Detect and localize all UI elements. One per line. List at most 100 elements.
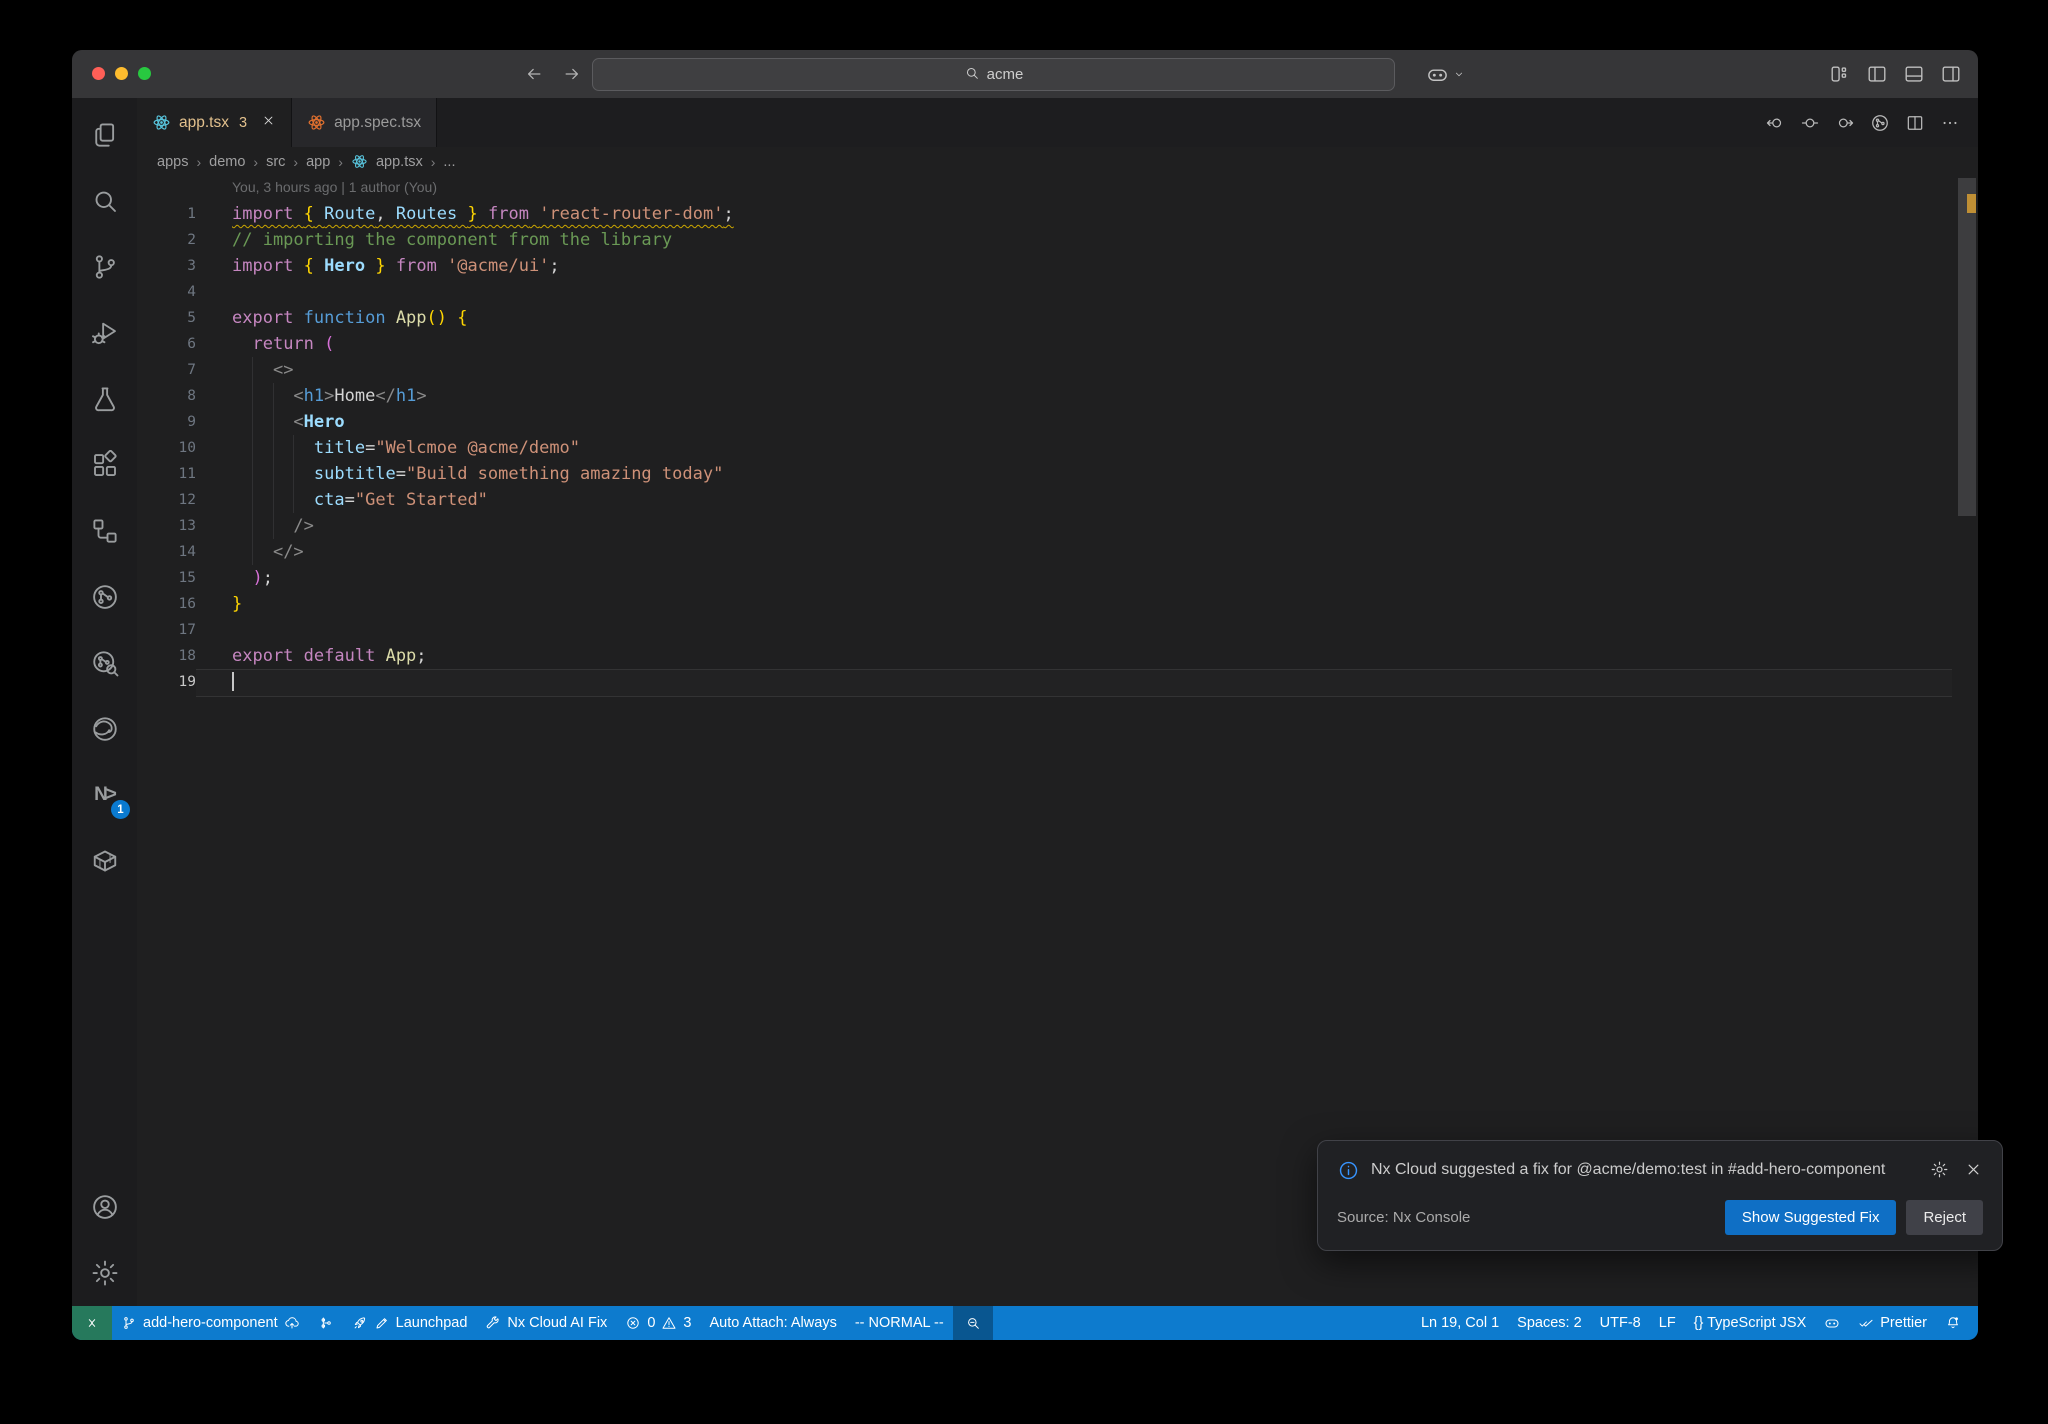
layout-customize-icon[interactable]	[1829, 63, 1851, 85]
breadcrumb-separator: ›	[293, 153, 299, 170]
status-zoom-indicator[interactable]	[952, 1306, 993, 1340]
nav-back-circle-icon[interactable]	[1765, 113, 1785, 133]
extensions-icon	[90, 450, 120, 480]
layout-sidebar-right-icon[interactable]	[1940, 63, 1962, 85]
breadcrumb[interactable]: apps › demo › src › app › app.tsx ›...	[137, 147, 1978, 176]
tab-app.spec.tsx[interactable]: app.spec.tsx	[292, 98, 438, 147]
status-auto-attach[interactable]: Auto Attach: Always	[700, 1306, 845, 1340]
code-line: 17	[137, 617, 1978, 643]
status-nx-cloud-ai-fix[interactable]: Nx Cloud AI Fix	[476, 1306, 616, 1340]
git-blame-annotation: You, 3 hours ago | 1 author (You)	[232, 179, 437, 195]
code-text: />	[293, 516, 314, 536]
status-copilot-status[interactable]	[1815, 1306, 1849, 1340]
code-text: export default App;	[232, 646, 427, 666]
info-icon	[1337, 1158, 1360, 1182]
wrench-icon	[485, 1315, 501, 1331]
activity-settings[interactable]	[72, 1240, 137, 1306]
copilot-menu[interactable]	[1426, 50, 1466, 98]
tab-app.tsx[interactable]: app.tsx 3	[137, 98, 293, 147]
code-text: import { Route, Routes } from 'react-rou…	[196, 204, 734, 224]
scrollbar-thumb[interactable]	[1958, 178, 1976, 516]
breadcrumb-separator: ›	[430, 153, 436, 170]
line-number: 19	[178, 674, 196, 690]
arrow-right-icon[interactable]	[562, 64, 582, 84]
activity-edge-browser[interactable]	[72, 696, 137, 762]
code-line: 12 cta="Get Started"	[137, 487, 1978, 513]
gear-icon	[90, 1258, 120, 1288]
status-remote-indicator[interactable]	[72, 1306, 112, 1340]
breadcrumb-item[interactable]: app	[306, 154, 330, 170]
activity-search[interactable]	[72, 168, 137, 234]
activity-nx-console[interactable]: N> 1	[72, 762, 137, 828]
tab-close-icon[interactable]	[261, 113, 276, 133]
notification-toast: Nx Cloud suggested a fix for @acme/demo:…	[1317, 1140, 2003, 1251]
arrow-left-icon[interactable]	[524, 64, 544, 84]
code-text: export function App() {	[232, 308, 468, 328]
line-number: 9	[187, 414, 196, 430]
nav-circle-icon[interactable]	[1800, 113, 1820, 133]
nav-forward-circle-icon[interactable]	[1835, 113, 1855, 133]
notification-message: Nx Cloud suggested a fix for @acme/demo:…	[1371, 1161, 1886, 1178]
layout-panel-icon[interactable]	[1903, 63, 1925, 85]
code-line: 16}	[137, 591, 1978, 617]
activity-accounts[interactable]	[72, 1174, 137, 1240]
status-language-mode[interactable]: {} TypeScript JSX	[1685, 1306, 1816, 1340]
status-cursor-position[interactable]: Ln 19, Col 1	[1412, 1306, 1508, 1340]
status-commit-graph[interactable]	[309, 1306, 343, 1340]
status-indentation[interactable]: Spaces: 2	[1508, 1306, 1591, 1340]
notification-close-icon[interactable]	[1964, 1160, 1983, 1179]
code-line: 18 export default App;	[137, 643, 1978, 669]
breadcrumb-tail[interactable]: ...	[443, 154, 455, 170]
ellipsis-icon[interactable]	[1940, 113, 1960, 133]
activity-testing[interactable]	[72, 366, 137, 432]
maximize-window-button[interactable]	[138, 67, 151, 80]
status-launchpad[interactable]: Launchpad	[343, 1306, 477, 1340]
status-notifications-bell[interactable]	[1936, 1306, 1970, 1340]
activity-hierarchy[interactable]	[72, 498, 137, 564]
split-editor-icon[interactable]	[1905, 113, 1925, 133]
breadcrumb-item[interactable]: src	[266, 154, 285, 170]
layout-sidebar-left-icon[interactable]	[1866, 63, 1888, 85]
status-problems[interactable]: 03	[616, 1306, 700, 1340]
close-window-button[interactable]	[92, 67, 105, 80]
titlebar: acme	[72, 50, 1978, 98]
breadcrumb-item[interactable]: apps	[157, 154, 188, 170]
notification-settings-icon[interactable]	[1930, 1160, 1949, 1179]
code-text: title="Welcmoe @acme/demo"	[313, 438, 581, 458]
activity-nx-cloud[interactable]	[72, 630, 137, 696]
status-formatter[interactable]: Prettier	[1849, 1306, 1936, 1340]
status-vim-mode[interactable]: -- NORMAL --	[846, 1306, 953, 1340]
minimize-window-button[interactable]	[115, 67, 128, 80]
branch-icon	[121, 1315, 137, 1331]
status-bar: add-hero-component Launchpad Nx Cloud AI F…	[72, 1306, 1978, 1340]
status-text: {} TypeScript JSX	[1693, 1315, 1807, 1331]
code-line: 2 // importing the component from the lib…	[137, 227, 1978, 253]
activity-source-control[interactable]	[72, 234, 137, 300]
breadcrumb-item[interactable]: demo	[209, 154, 245, 170]
activity-extensions[interactable]	[72, 432, 137, 498]
breadcrumb-file[interactable]: app.tsx	[376, 154, 423, 170]
nx-run-circle-icon[interactable]	[1870, 113, 1890, 133]
status-encoding[interactable]: UTF-8	[1591, 1306, 1650, 1340]
code-editor[interactable]: You, 3 hours ago | 1 author (You) 1 impor…	[137, 176, 1978, 1306]
status-text: Auto Attach: Always	[709, 1315, 837, 1331]
activity-containers[interactable]	[72, 828, 137, 894]
code-line: 1 import { Route, Routes } from 'react-ro…	[137, 201, 1978, 227]
close-x-icon	[261, 113, 276, 128]
search-icon	[964, 65, 980, 85]
activity-nx-project-graph[interactable]	[72, 564, 137, 630]
status-eol[interactable]: LF	[1650, 1306, 1685, 1340]
reject-button[interactable]: Reject	[1906, 1199, 1983, 1235]
desktop: acme N> 1 app.tsx 3 app.spec.tsx apps › demo ›…	[0, 0, 2048, 1424]
activity-explorer[interactable]	[72, 102, 137, 168]
line-number: 5	[187, 310, 196, 326]
activity-run-and-debug[interactable]	[72, 300, 137, 366]
line-number: 12	[178, 492, 196, 508]
command-center-search[interactable]: acme	[592, 58, 1395, 91]
status-git-branch[interactable]: add-hero-component	[112, 1306, 309, 1340]
show-suggested-fix-button[interactable]: Show Suggested Fix	[1724, 1199, 1897, 1235]
line-number: 17	[178, 622, 196, 638]
code-line: 3 import { Hero } from '@acme/ui';	[137, 253, 1978, 279]
layout-controls	[1829, 50, 1962, 98]
line-number: 4	[187, 284, 196, 300]
